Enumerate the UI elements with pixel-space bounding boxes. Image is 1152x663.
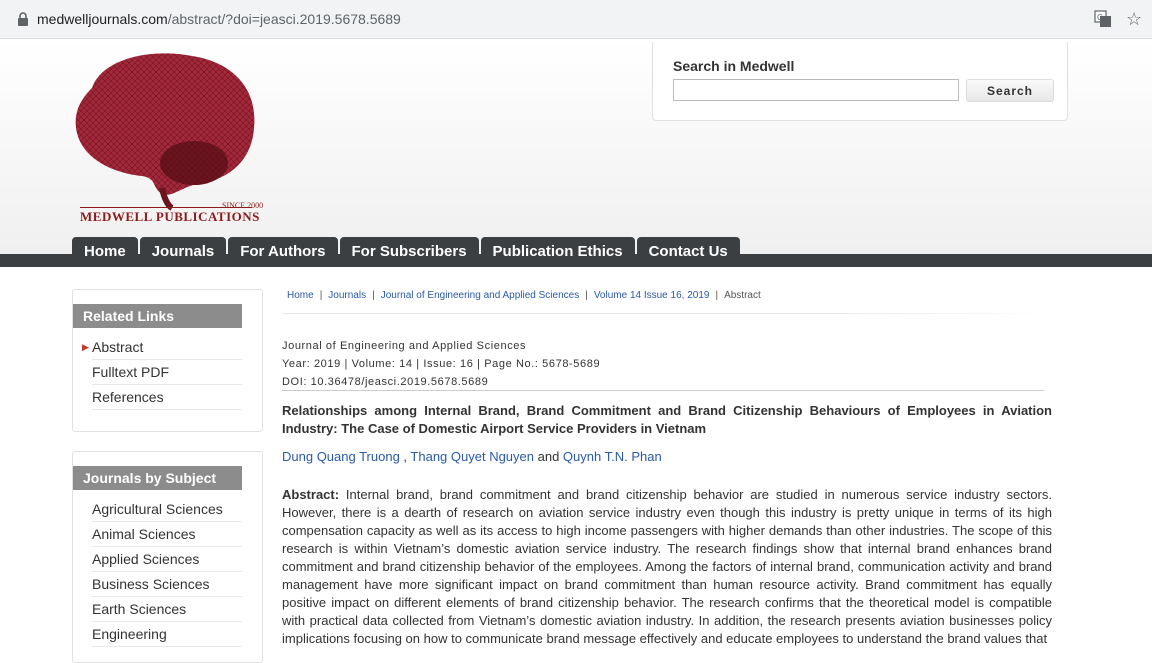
related-link-references[interactable]: References: [92, 385, 242, 410]
journal-name: Journal of Engineering and Applied Scien…: [282, 340, 527, 352]
meta-divider: [282, 390, 1044, 391]
breadcrumb: Home | Journals | Journal of Engineering and…: [287, 290, 761, 301]
subject-item[interactable]: Engineering: [92, 622, 242, 647]
related-link-label: References: [92, 389, 164, 405]
related-links-title: Related Links: [73, 304, 242, 328]
abstract-text: Internal brand, brand commitment and bra…: [282, 487, 1052, 646]
subject-list: Agricultural Sciences Animal Sciences Ap…: [92, 497, 242, 647]
breadcrumb-sep: |: [372, 290, 375, 301]
author-link[interactable]: Quynh T.N. Phan: [563, 449, 662, 464]
abstract: Abstract: Internal brand, brand commitme…: [282, 486, 1052, 648]
translate-icon[interactable]: G: [1094, 10, 1112, 28]
journals-by-subject-panel: Journals by Subject Agricultural Science…: [72, 451, 263, 663]
article-title: Relationships among Internal Brand, Bran…: [282, 403, 1052, 436]
url-path: /abstract/?doi=jeasci.2019.5678.5689: [167, 11, 401, 27]
related-link-label: Abstract: [92, 339, 144, 355]
related-links-list: ▶ Abstract Fulltext PDF References: [82, 335, 242, 410]
doi: DOI: 10.36478/jeasci.2019.5678.5689: [282, 376, 489, 388]
nav-home[interactable]: Home: [72, 237, 138, 267]
related-links-panel: Related Links ▶ Abstract Fulltext PDF Ref…: [72, 289, 263, 432]
url-text[interactable]: medwelljournals.com/abstract/?doi=jeasci…: [37, 11, 401, 27]
subject-item[interactable]: Agricultural Sciences: [92, 497, 242, 522]
browser-address-bar[interactable]: medwelljournals.com/abstract/?doi=jeasci…: [0, 0, 1152, 39]
breadcrumb-sep: |: [715, 290, 719, 301]
breadcrumb-journals[interactable]: Journals: [328, 290, 366, 301]
breadcrumb-issue[interactable]: Volume 14 Issue 16, 2019: [594, 290, 710, 301]
author-separator: ,: [399, 449, 411, 464]
logo-divider: [80, 207, 252, 208]
url-host: medwelljournals.com: [37, 11, 168, 27]
subject-item[interactable]: Applied Sciences: [92, 547, 242, 572]
abstract-label: Abstract:: [282, 487, 340, 502]
logo-name: MEDWELL PUBLICATIONS: [80, 209, 260, 224]
bookmark-star-icon[interactable]: ☆: [1126, 9, 1142, 29]
subject-item[interactable]: Business Sciences: [92, 572, 242, 597]
breadcrumb-journal[interactable]: Journal of Engineering and Applied Scien…: [381, 290, 579, 301]
breadcrumb-home[interactable]: Home: [287, 290, 314, 301]
subject-item[interactable]: Animal Sciences: [92, 522, 242, 547]
author-and: and: [534, 449, 563, 464]
related-link-label: Fulltext PDF: [92, 364, 170, 380]
issue-info: Year: 2019 | Volume: 14 | Issue: 16 | Pa…: [282, 358, 601, 370]
breadcrumb-divider: [282, 313, 1052, 314]
breadcrumb-sep: |: [319, 290, 323, 301]
search-input[interactable]: [673, 79, 959, 101]
journals-by-subject-title: Journals by Subject: [73, 466, 242, 490]
subject-item[interactable]: Earth Sciences: [92, 597, 242, 622]
author-link[interactable]: Dung Quang Truong: [282, 449, 400, 464]
search-panel: Search in Medwell Search: [652, 42, 1068, 121]
author-link[interactable]: Thang Quyet Nguyen: [410, 449, 534, 464]
search-button[interactable]: Search: [966, 79, 1054, 102]
related-link-fulltext-pdf[interactable]: Fulltext PDF: [92, 360, 242, 385]
main-nav: Home Journals For Authors For Subscriber…: [72, 237, 742, 267]
related-link-abstract[interactable]: ▶ Abstract: [82, 335, 242, 360]
breadcrumb-sep: |: [585, 290, 588, 301]
author-list: Dung Quang Truong , Thang Quyet Nguyen a…: [282, 449, 662, 464]
svg-text:G: G: [1097, 13, 1103, 22]
nav-for-subscribers[interactable]: For Subscribers: [339, 237, 479, 267]
arrow-right-icon: ▶: [82, 342, 89, 352]
search-title: Search in Medwell: [673, 58, 795, 74]
nav-for-authors[interactable]: For Authors: [228, 237, 338, 267]
breadcrumb-current: Abstract: [724, 290, 761, 301]
nav-publication-ethics[interactable]: Publication Ethics: [480, 237, 635, 267]
nav-contact-us[interactable]: Contact Us: [636, 237, 740, 267]
lock-icon: [18, 12, 28, 26]
nav-journals[interactable]: Journals: [139, 237, 227, 267]
